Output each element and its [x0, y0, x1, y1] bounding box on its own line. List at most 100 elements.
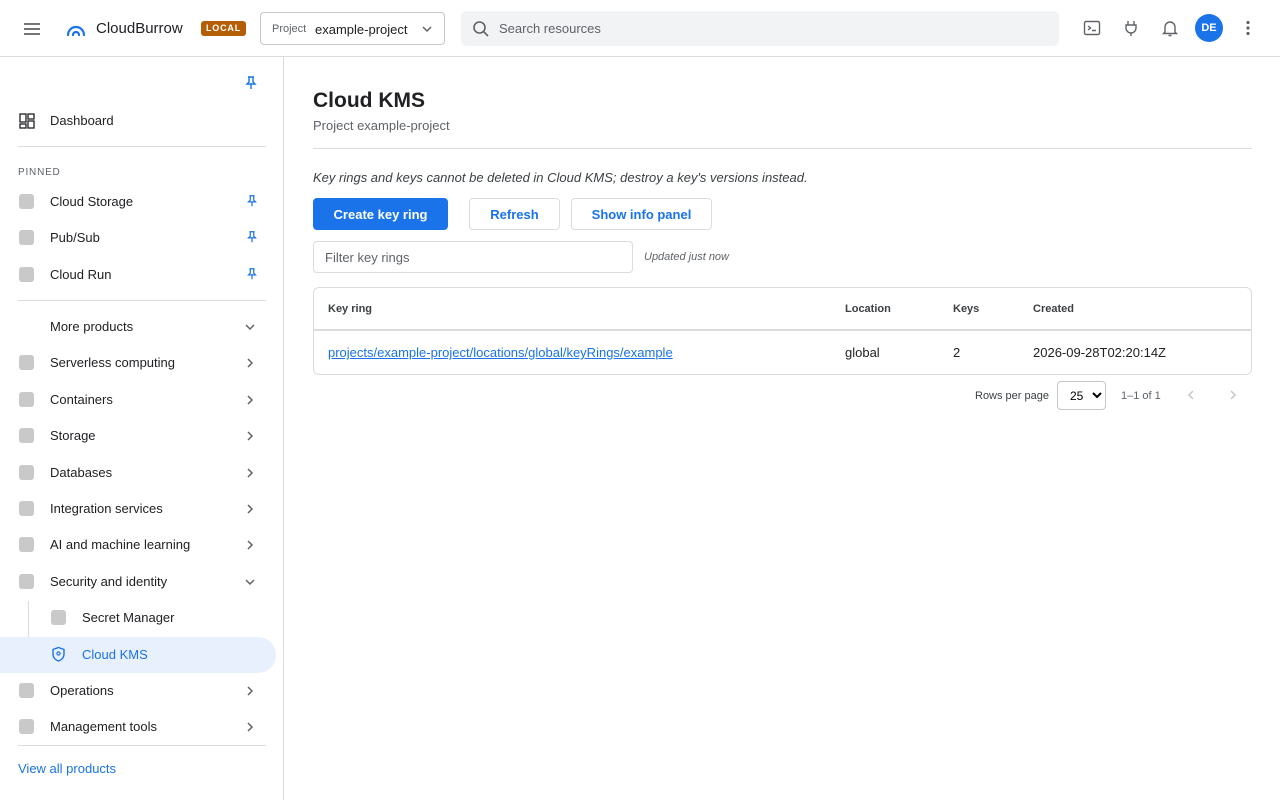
sidebar-item-secret-manager[interactable]: Secret Manager [0, 600, 276, 636]
product-icon [19, 428, 34, 443]
sidebar-item-ai-ml[interactable]: AI and machine learning [0, 527, 276, 563]
product-icon [19, 392, 34, 407]
show-info-panel-button[interactable]: Show info panel [571, 198, 712, 230]
pin-icon[interactable] [245, 267, 259, 281]
column-header-location[interactable]: Location [845, 303, 891, 315]
search-input[interactable] [499, 11, 1049, 46]
chevron-right-icon [247, 540, 254, 550]
sidebar-item-label: More products [50, 319, 134, 334]
table-row: projects/example-project/locations/globa… [314, 331, 1251, 374]
key-rings-table: Key ring Location Keys Created projects/… [313, 287, 1252, 375]
sidebar-item-label: Management tools [50, 719, 157, 734]
plug-icon[interactable] [1121, 18, 1141, 38]
sidebar-item-label: Dashboard [50, 113, 114, 128]
column-header-key-ring[interactable]: Key ring [328, 303, 372, 315]
column-header-created[interactable]: Created [1033, 303, 1074, 315]
environment-badge: LOCAL [201, 21, 246, 36]
sidebar-item-label: AI and machine learning [50, 537, 191, 552]
filter-key-rings-input[interactable] [313, 241, 633, 273]
chevron-right-icon [247, 431, 254, 441]
bell-icon[interactable] [1160, 18, 1180, 38]
pin-sidebar-icon[interactable] [243, 75, 259, 91]
product-icon [19, 537, 34, 552]
sidebar: Dashboard PINNED Cloud Storage Pub/Sub C… [0, 57, 284, 800]
sidebar-item-cloud-storage[interactable]: Cloud Storage [0, 184, 276, 220]
sidebar-divider [18, 146, 266, 147]
sidebar-item-security-identity[interactable]: Security and identity [0, 564, 276, 600]
table-header: Key ring Location Keys Created [314, 288, 1251, 331]
chevron-right-icon [247, 395, 254, 405]
terminal-icon[interactable] [1082, 18, 1102, 38]
column-header-keys[interactable]: Keys [953, 303, 979, 315]
shield-icon [52, 646, 65, 662]
key-ring-keys-count: 2 [953, 345, 961, 360]
pin-icon[interactable] [245, 230, 259, 244]
more-vert-icon[interactable] [1238, 18, 1258, 38]
dashboard-icon [19, 113, 35, 129]
chevron-right-icon [247, 468, 254, 478]
chevron-down-icon [245, 579, 255, 586]
sidebar-item-label: Operations [50, 683, 114, 698]
sidebar-item-label: Pub/Sub [50, 230, 100, 245]
header-divider [313, 148, 1252, 149]
top-bar: CloudBurrow LOCAL Project example-projec… [0, 0, 1280, 57]
key-ring-location: global [845, 345, 880, 360]
chevron-right-icon [247, 358, 254, 368]
product-icon [51, 610, 66, 625]
sidebar-item-storage[interactable]: Storage [0, 418, 276, 454]
main-content: Cloud KMS Project example-project Key ri… [285, 57, 1280, 800]
view-all-products-link[interactable]: View all products [18, 761, 116, 776]
page-subtitle: Project example-project [313, 118, 450, 133]
sidebar-item-label: Databases [50, 465, 113, 480]
sidebar-item-serverless-computing[interactable]: Serverless computing [0, 345, 276, 381]
sidebar-item-label: Containers [50, 392, 113, 407]
previous-page-icon[interactable] [1183, 387, 1199, 403]
product-icon [19, 194, 34, 209]
brand-name: CloudBurrow [96, 20, 183, 37]
sidebar-divider [18, 745, 266, 746]
pager-count: 1–1 of 1 [1121, 390, 1161, 402]
product-icon [19, 230, 34, 245]
sidebar-item-operations[interactable]: Operations [0, 673, 276, 709]
sidebar-item-containers[interactable]: Containers [0, 382, 276, 418]
next-page-icon[interactable] [1225, 387, 1241, 403]
sidebar-item-management-tools[interactable]: Management tools [0, 709, 276, 745]
refresh-button[interactable]: Refresh [469, 198, 560, 230]
updated-status: Updated just now [644, 251, 729, 263]
rows-per-page-select[interactable]: 25 [1057, 381, 1106, 410]
project-selector-label: Project [272, 23, 307, 35]
sidebar-item-integration-services[interactable]: Integration services [0, 491, 276, 527]
avatar[interactable]: DE [1195, 14, 1223, 42]
key-ring-link[interactable]: projects/example-project/locations/globa… [328, 345, 673, 360]
chevron-right-icon [247, 504, 254, 514]
pin-icon[interactable] [245, 194, 259, 208]
sidebar-item-label: Secret Manager [82, 610, 175, 625]
product-icon [19, 355, 34, 370]
sidebar-item-more-products[interactable]: More products [0, 309, 276, 345]
sidebar-item-databases[interactable]: Databases [0, 455, 276, 491]
sidebar-item-label: Cloud Storage [50, 194, 134, 209]
menu-icon[interactable] [20, 17, 44, 41]
sidebar-item-cloud-kms[interactable]: Cloud KMS [0, 637, 276, 673]
key-ring-created: 2026-09-28T02:20:14Z [1033, 345, 1166, 360]
chevron-right-icon [247, 722, 254, 732]
sidebar-item-label: Cloud KMS [82, 647, 148, 662]
sidebar-item-label: Security and identity [50, 574, 168, 589]
sidebar-item-dashboard[interactable]: Dashboard [0, 103, 276, 139]
product-icon [19, 683, 34, 698]
project-selector[interactable]: Project example-project [260, 12, 445, 45]
sidebar-item-cloud-run[interactable]: Cloud Run [0, 257, 276, 293]
search-bar [461, 11, 1059, 46]
cloudburrow-logo-icon [66, 25, 86, 37]
info-note: Key rings and keys cannot be deleted in … [313, 170, 808, 185]
chevron-right-icon [247, 686, 254, 696]
sidebar-item-pub-sub[interactable]: Pub/Sub [0, 220, 276, 256]
sidebar-item-label: Cloud Run [50, 267, 112, 282]
search-icon [473, 21, 489, 37]
product-icon [19, 267, 34, 282]
rows-per-page-label: Rows per page [975, 390, 1049, 402]
sidebar-item-label: Serverless computing [50, 355, 175, 370]
project-selector-value: example-project [315, 22, 408, 37]
chevron-down-icon [245, 324, 255, 331]
create-key-ring-button[interactable]: Create key ring [313, 198, 448, 230]
